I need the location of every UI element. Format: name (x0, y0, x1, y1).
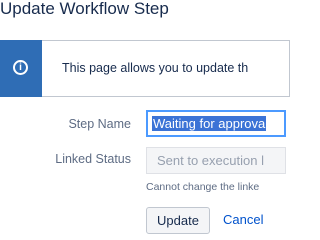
step-name-value: Waiting for approva (152, 116, 267, 131)
update-button[interactable]: Update (146, 207, 210, 234)
info-message-text: This page allows you to update th (62, 61, 249, 75)
linked-status-hint: Cannot change the linke (146, 181, 260, 193)
info-icon: i (13, 60, 28, 75)
linked-status-field: Sent to execution l (146, 147, 286, 174)
step-name-label: Step Name (68, 117, 131, 131)
page-title: Update Workflow Step (0, 0, 169, 18)
linked-status-label: Linked Status (55, 152, 131, 166)
step-name-input[interactable]: Waiting for approva (146, 110, 286, 137)
cancel-link[interactable]: Cancel (223, 212, 263, 227)
